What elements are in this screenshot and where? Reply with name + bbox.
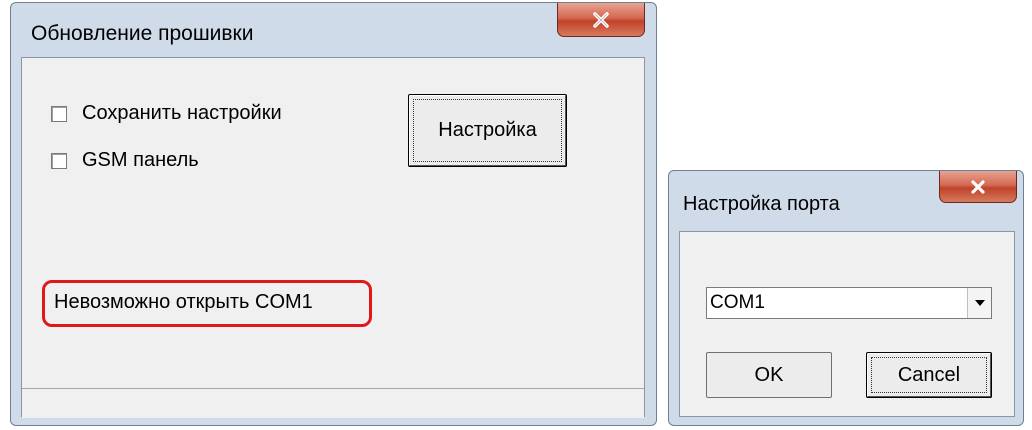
- close-icon: [593, 11, 609, 28]
- client-area: Сохранить настройки GSM панель Настройка…: [21, 57, 645, 418]
- ok-button[interactable]: OK: [706, 352, 832, 398]
- port-select[interactable]: COM1: [706, 287, 992, 319]
- save-settings-label: Сохранить настройки: [82, 102, 282, 124]
- cancel-button[interactable]: Cancel: [866, 352, 992, 398]
- settings-button-label: Настройка: [438, 119, 537, 141]
- close-button[interactable]: [557, 3, 645, 37]
- window-title: Обновление прошивки: [31, 22, 254, 45]
- status-message: Невозможно открыть COM1: [54, 291, 313, 313]
- client-area: COM1 OK Cancel: [679, 231, 1015, 417]
- firmware-update-window: Обновление прошивки Сохранить настройки …: [10, 2, 657, 426]
- save-settings-option[interactable]: Сохранить настройки: [51, 102, 282, 125]
- gsm-panel-label: GSM панель: [82, 149, 199, 171]
- chevron-down-icon: [974, 300, 985, 306]
- port-select-value: COM1: [710, 292, 765, 313]
- save-settings-checkbox[interactable]: [51, 105, 67, 122]
- dropdown-button[interactable]: [967, 288, 991, 318]
- settings-button[interactable]: Настройка: [408, 94, 567, 167]
- ok-button-label: OK: [754, 363, 784, 386]
- gsm-panel-checkbox[interactable]: [51, 152, 67, 169]
- gsm-panel-option[interactable]: GSM панель: [51, 149, 199, 172]
- close-icon: [971, 179, 985, 194]
- cancel-button-label: Cancel: [897, 363, 961, 386]
- window-title: Настройка порта: [683, 193, 840, 215]
- port-settings-window: Настройка порта COM1 OK Cancel: [668, 170, 1024, 426]
- status-bar: [22, 388, 644, 418]
- close-button[interactable]: [939, 171, 1017, 203]
